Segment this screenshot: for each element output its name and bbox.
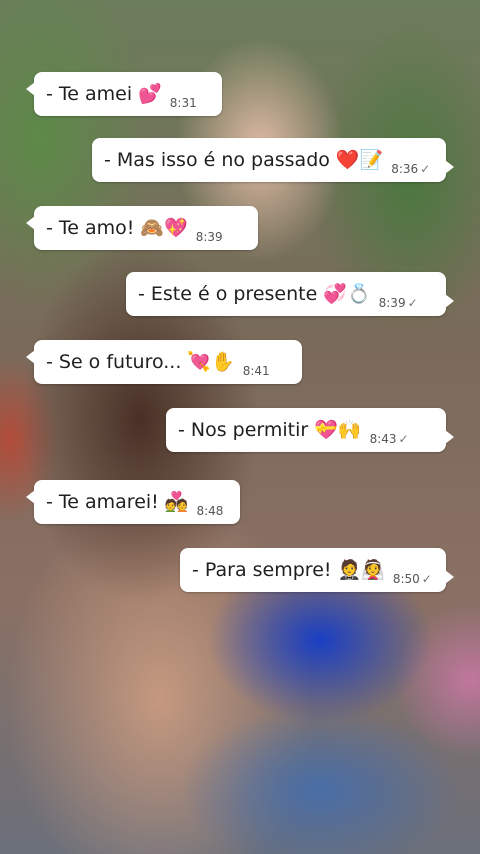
message-emoji: 💑 xyxy=(164,490,189,513)
chat-message[interactable]: - Te amo! 🙈💖 8:39 xyxy=(26,206,258,250)
message-time: 8:39 xyxy=(195,230,223,244)
message-text: - Te amei xyxy=(46,83,133,105)
message-emoji: 💕 xyxy=(138,82,162,105)
message-meta: 8:48 xyxy=(196,504,223,518)
check-icon: ✓ xyxy=(407,296,418,310)
message-text: - Se o futuro... xyxy=(46,351,182,373)
message-text: - Nos permitir xyxy=(178,419,309,441)
message-meta: 8:31 xyxy=(170,96,197,110)
message-meta: 8:41 xyxy=(243,364,270,378)
message-emoji: 💝🙌 xyxy=(314,418,362,441)
chat-message[interactable]: - Para sempre! 🤵👰 8:50 ✓ xyxy=(180,548,454,592)
message-emoji: ❤️📝 xyxy=(335,148,384,171)
chat-message[interactable]: - Nos permitir 💝🙌 8:43 ✓ xyxy=(166,408,454,452)
message-emoji: 🤵👰 xyxy=(337,558,385,581)
chat-message[interactable]: - Este é o presente 💞💍 8:39 ✓ xyxy=(126,272,454,316)
chat-message[interactable]: - Te amei 💕 8:31 xyxy=(26,72,222,116)
chat-message[interactable]: - Mas isso é no passado ❤️📝 8:36 ✓ xyxy=(92,138,454,182)
message-time: 8:43 xyxy=(369,432,397,446)
message-meta: 8:43 ✓ xyxy=(370,432,409,446)
message-time: 8:41 xyxy=(242,364,270,378)
check-icon: ✓ xyxy=(421,572,432,586)
message-meta: 8:36 ✓ xyxy=(391,162,430,176)
message-time: 8:39 xyxy=(378,296,406,310)
message-meta: 8:50 ✓ xyxy=(393,572,432,586)
message-time: 8:50 xyxy=(392,572,420,586)
chat-message[interactable]: - Te amarei! 💑 8:48 xyxy=(26,480,240,524)
message-text: - Te amo! xyxy=(46,217,135,239)
check-icon: ✓ xyxy=(398,432,409,446)
message-emoji: 💞💍 xyxy=(323,282,371,305)
message-text: - Te amarei! xyxy=(46,491,159,513)
message-time: 8:48 xyxy=(196,504,224,518)
message-text: - Mas isso é no passado xyxy=(104,149,330,171)
message-emoji: 💘✋ xyxy=(187,350,235,373)
message-emoji: 🙈💖 xyxy=(140,216,188,239)
message-time: 8:36 xyxy=(391,162,419,176)
check-icon: ✓ xyxy=(420,162,431,176)
message-text: - Este é o presente xyxy=(138,283,318,305)
chat-message[interactable]: - Se o futuro... 💘✋ 8:41 xyxy=(26,340,302,384)
message-time: 8:31 xyxy=(169,96,197,110)
message-meta: 8:39 xyxy=(196,230,223,244)
message-text: - Para sempre! xyxy=(192,559,332,581)
message-meta: 8:39 ✓ xyxy=(379,296,418,310)
